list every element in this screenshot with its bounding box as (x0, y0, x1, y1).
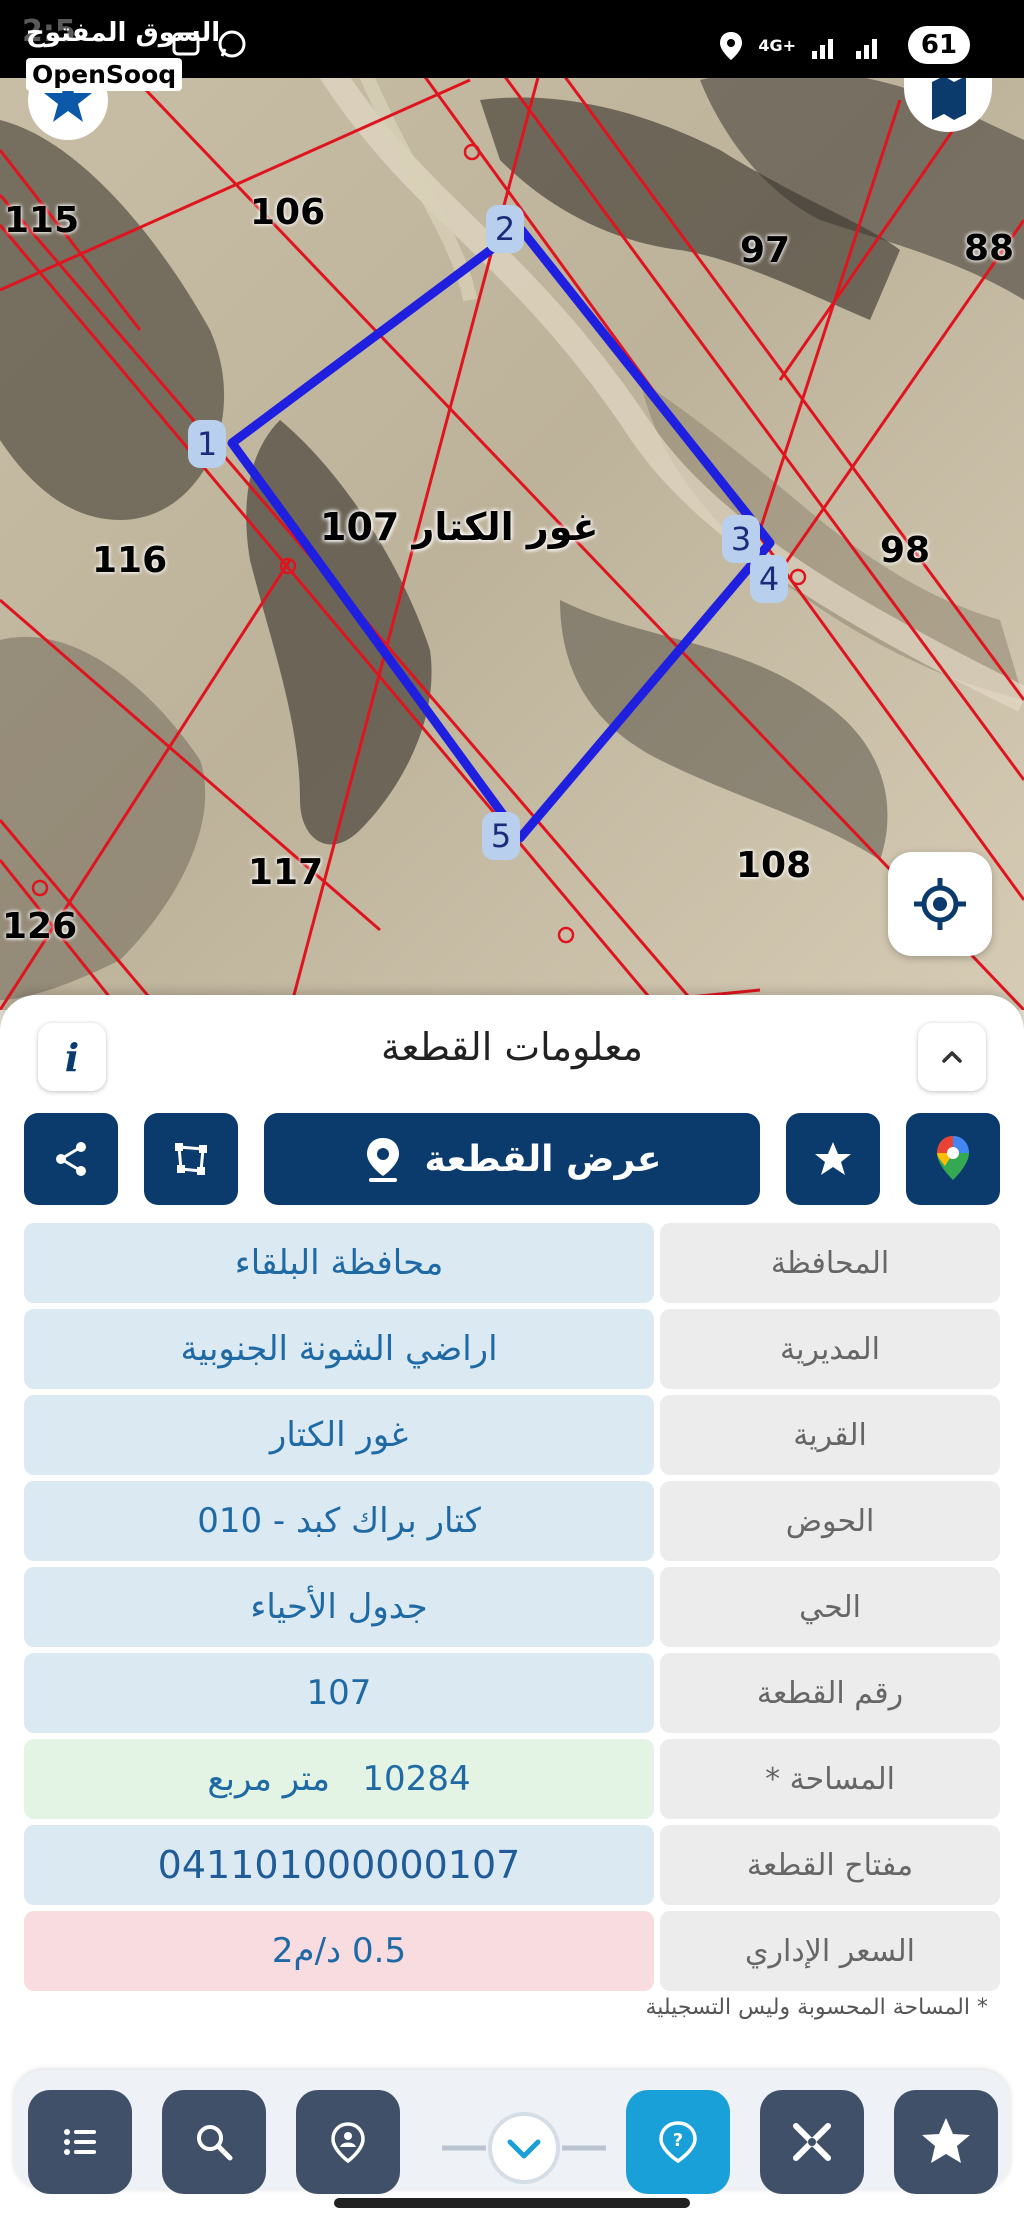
row-parcel-number: 107 رقم القطعة (24, 1653, 1000, 1733)
chevron-down-icon (442, 2112, 606, 2184)
row-basin: كتار براك كبد - 010 الحوض (24, 1481, 1000, 1561)
draw-polygon-button[interactable] (144, 1113, 238, 1205)
locate-me-button[interactable] (888, 852, 992, 956)
parcel-key-value: 041101000000107 (24, 1825, 654, 1905)
star-icon (815, 1142, 851, 1175)
admin-price-label: السعر الإداري (660, 1911, 1000, 1991)
network-type: 4G+ (758, 36, 796, 55)
row-parcel-key: 041101000000107 مفتاح القطعة (24, 1825, 1000, 1905)
vertex-marker-3: 3 (722, 515, 760, 563)
search-icon (197, 2125, 233, 2161)
favorite-parcel-button[interactable] (786, 1113, 880, 1205)
signal-icon-2 (856, 39, 877, 59)
expand-toggle[interactable] (442, 2110, 606, 2186)
row-neighborhood: جدول الأحياء الحي (24, 1567, 1000, 1647)
vertex-marker-1: 1 (188, 420, 226, 468)
parcel-number-126: 126 (2, 906, 78, 947)
my-location-button[interactable] (296, 2090, 400, 2194)
parcel-number-88: 88 (964, 228, 1015, 269)
parcel-info-panel: i معلومات القطعة عرض القطعة محافظة البلق… (0, 995, 1024, 2060)
polygon-icon (175, 1143, 207, 1175)
selected-parcel-label: غور الكتار 107 (320, 505, 599, 549)
pin-icon (366, 1138, 399, 1182)
crosshair-icon (914, 878, 966, 930)
list-icon (64, 2129, 96, 2155)
neighborhood-value: جدول الأحياء (24, 1567, 654, 1647)
search-button[interactable] (162, 2090, 266, 2194)
row-governorate: محافظة البلقاء المحافظة (24, 1223, 1000, 1303)
location-icon (720, 32, 743, 60)
directorate-value: اراضي الشونة الجنوبية (24, 1309, 654, 1389)
parcel-info-table: محافظة البلقاء المحافظة اراضي الشونة الج… (24, 1223, 1000, 1997)
panel-title: معلومات القطعة (381, 1025, 643, 1069)
parcel-number-116: 116 (92, 540, 168, 581)
map-view[interactable]: 1 2 3 4 5 غور الكتار 107 115 106 97 88 1… (0, 0, 1024, 1010)
favorites-button[interactable] (894, 2090, 998, 2194)
area-label: المساحة * (660, 1739, 1000, 1819)
favorite-icon (922, 2118, 970, 2163)
watermark-opensooq: OpenSooq (26, 58, 183, 91)
governorate-value: محافظة البلقاء (24, 1223, 654, 1303)
svg-text:?: ? (673, 2130, 683, 2151)
parcel-number-108: 108 (736, 845, 812, 886)
basin-label: الحوض (660, 1481, 1000, 1561)
row-area: 10284 متر مربع المساحة * (24, 1739, 1000, 1819)
measure-icon (793, 2123, 831, 2161)
parcel-number-115: 115 (4, 200, 80, 241)
location-person-icon (331, 2122, 365, 2164)
show-parcel-button[interactable]: عرض القطعة (264, 1113, 760, 1205)
battery-indicator: 61 (908, 26, 970, 64)
google-maps-icon (937, 1136, 969, 1180)
village-label: القرية (660, 1395, 1000, 1475)
directorate-label: المديرية (660, 1309, 1000, 1389)
vertex-marker-4: 4 (750, 555, 788, 603)
governorate-label: المحافظة (660, 1223, 1000, 1303)
signal-icon-1 (812, 39, 833, 59)
parcel-number-98: 98 (880, 530, 931, 571)
neighborhood-label: الحي (660, 1567, 1000, 1647)
area-footnote: * المساحة المحسوبة وليس التسجيلية (645, 1995, 988, 2020)
collapse-button[interactable] (918, 1023, 986, 1091)
row-village: غور الكتار القرية (24, 1395, 1000, 1475)
vertex-marker-5: 5 (482, 812, 520, 860)
chevron-up-icon (942, 1051, 962, 1063)
whatsapp-icon (218, 30, 246, 58)
status-system-icons: 4G+ (718, 30, 884, 62)
vertex-marker-2: 2 (486, 205, 524, 253)
parcel-number-value: 107 (24, 1653, 654, 1733)
show-parcel-label: عرض القطعة (424, 1138, 662, 1180)
help-button[interactable]: ? (626, 2090, 730, 2194)
parcel-key-label: مفتاح القطعة (660, 1825, 1000, 1905)
parcel-number-label: رقم القطعة (660, 1653, 1000, 1733)
parcel-number-97: 97 (740, 230, 791, 271)
measure-tool-button[interactable] (760, 2090, 864, 2194)
admin-price-value: 0.5 د/م2 (24, 1911, 654, 1991)
row-admin-price: 0.5 د/م2 السعر الإداري (24, 1911, 1000, 1991)
area-value: 10284 متر مربع (24, 1739, 654, 1819)
open-google-maps-button[interactable] (906, 1113, 1000, 1205)
home-indicator (334, 2198, 690, 2208)
parcel-number-106: 106 (250, 192, 326, 233)
status-notification-icons (170, 28, 248, 60)
bottom-toolbar: ? (14, 2070, 1010, 2194)
basin-value: كتار براك كبد - 010 (24, 1481, 654, 1561)
village-value: غور الكتار (24, 1395, 654, 1475)
screenshot-icon (172, 32, 200, 56)
share-button[interactable] (24, 1113, 118, 1205)
parcel-number-117: 117 (248, 852, 324, 893)
share-icon (56, 1142, 86, 1176)
list-button[interactable] (28, 2090, 132, 2194)
help-icon: ? (659, 2121, 697, 2164)
status-bar: 2:5 السوق المفتوح OpenSooq 4G+ 61 (0, 0, 1024, 91)
row-directorate: اراضي الشونة الجنوبية المديرية (24, 1309, 1000, 1389)
